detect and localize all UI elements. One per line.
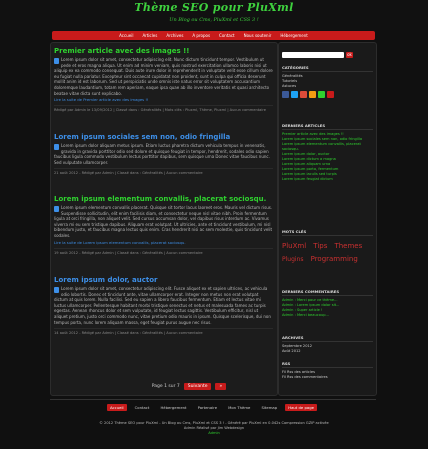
- footer-link-partenaire[interactable]: Partenaire: [195, 404, 220, 411]
- article-body: Lorem ipsum dolor sit amet, consectetur …: [54, 57, 273, 96]
- tag-cloud: PluXml Tips Themes Plugins Programming: [282, 238, 373, 265]
- main-content: Premier article avec des images !! Lorem…: [50, 42, 278, 396]
- article-meta: Rédigé par Admin le 13/09/2012 | Classé …: [54, 105, 273, 112]
- article: Premier article avec des images !! Lorem…: [54, 47, 273, 112]
- recent-posts-block: DERNIERS ARTICLES Premier article avec d…: [282, 123, 373, 182]
- nav-item-archives[interactable]: Archives: [166, 33, 183, 38]
- categories-heading: CATÉGORIES: [282, 65, 373, 72]
- comments-heading: DERNIERS COMMENTAIRES: [282, 289, 373, 296]
- article: Lorem ipsum elementum convallis, placera…: [54, 195, 273, 255]
- search-input[interactable]: [282, 52, 344, 58]
- article-title[interactable]: Lorem ipsum elementum convallis, placera…: [54, 195, 273, 204]
- pagination: Page 1 sur 7 Suivante »: [111, 382, 267, 390]
- footer-divider: [50, 399, 376, 400]
- archive-link[interactable]: Août 2012: [282, 349, 373, 354]
- google-plus-icon[interactable]: [300, 91, 307, 98]
- article-text: Lorem ipsum dolor sit amet, consectetur …: [54, 57, 273, 96]
- recent-posts-heading: DERNIERS ARTICLES: [282, 123, 373, 130]
- rss-block: RSS Fil Rss des articles Fil Rss des com…: [282, 361, 373, 380]
- dropcap-icon: [54, 143, 59, 150]
- tag-link[interactable]: Tips: [313, 241, 327, 251]
- youtube-icon[interactable]: [327, 91, 334, 98]
- twitter-icon[interactable]: [291, 91, 298, 98]
- read-more-link[interactable]: Lire la suite de Lorem ipsum elementum c…: [54, 240, 273, 245]
- tag-link[interactable]: PluXml: [282, 241, 306, 251]
- article: Lorem ipsum sociales sem non, odio fring…: [54, 133, 273, 175]
- comment-link[interactable]: Admin : Merci beaucoup...: [282, 313, 373, 318]
- facebook-icon[interactable]: [282, 91, 289, 98]
- article-meta: 19 août 2012 - Rédigé par Admin | Classé…: [54, 247, 273, 255]
- article-text: Lorem ipsum dolor aliquam metus ipsum. E…: [54, 143, 270, 165]
- article-meta: 21 août 2012 - Rédigé par Admin | Classé…: [54, 168, 273, 175]
- share-icon[interactable]: [318, 91, 325, 98]
- tags-block: MOTS CLÉS PluXml Tips Themes Plugins Pro…: [282, 229, 373, 265]
- dropcap-icon: [54, 205, 59, 212]
- tags-heading: MOTS CLÉS: [282, 229, 373, 236]
- footer-credits: © 2012 Thème SEO pour PluXml - Un Blog o…: [0, 421, 428, 436]
- article-body: Lorem ipsum dolor sit amet, consectetur …: [54, 286, 273, 325]
- archives-heading: ARCHIVES: [282, 335, 373, 342]
- category-link[interactable]: Astuces: [282, 84, 373, 89]
- rss-icon[interactable]: [309, 91, 316, 98]
- article-title[interactable]: Lorem ipsum sociales sem non, odio fring…: [54, 133, 273, 142]
- tag-link[interactable]: Themes: [334, 241, 362, 251]
- nav-item-articles[interactable]: Articles: [142, 33, 157, 38]
- back-to-top-button[interactable]: Haut de page: [285, 403, 317, 411]
- archives-block: ARCHIVES Septembre 2012 Août 2012: [282, 335, 373, 354]
- article-text: Lorem ipsum dolor sit amet, consectetur …: [54, 286, 271, 325]
- article-title[interactable]: Premier article avec des images !!: [54, 47, 273, 56]
- comments-block: DERNIERS COMMENTAIRES Admin : Merci pour…: [282, 289, 373, 318]
- recent-post-link[interactable]: Lorem ipsum elementum convallis, placera…: [282, 142, 373, 152]
- rss-heading: RSS: [282, 361, 373, 368]
- article-text: Lorem ipsum elementum convallis placerat…: [54, 205, 273, 238]
- tag-link[interactable]: Programming: [311, 254, 358, 264]
- site-title[interactable]: Thème SEO pour PluXml: [0, 1, 428, 14]
- recent-post-link[interactable]: Lorem ipsum feugiat dictum: [282, 177, 373, 182]
- sidebar: ok CATÉGORIES Généralités Tutoriels Astu…: [278, 42, 377, 396]
- nav-item-soutenir[interactable]: Nous soutenir: [244, 33, 272, 38]
- footer-navigation: Accueil Contact Hébergement Partenaire M…: [107, 403, 317, 411]
- nav-item-contact[interactable]: Contact: [219, 33, 235, 38]
- article-body: Lorem ipsum elementum convallis placerat…: [54, 205, 273, 239]
- footer-admin-link[interactable]: Admin: [0, 431, 428, 436]
- social-icons: [282, 91, 373, 98]
- dropcap-icon: [54, 286, 59, 293]
- footer-link-contact[interactable]: Contact: [132, 404, 153, 411]
- tag-link[interactable]: Plugins: [282, 255, 304, 265]
- article-meta: 14 août 2012 - Rédigé par Admin | Classé…: [54, 328, 273, 335]
- nav-item-accueil[interactable]: Accueil: [119, 33, 133, 38]
- article-body: Lorem ipsum dolor aliquam metus ipsum. E…: [54, 143, 273, 165]
- article-title[interactable]: Lorem ipsum dolor, auctor: [54, 276, 273, 285]
- search-button[interactable]: ok: [346, 52, 353, 58]
- nav-item-hebergement[interactable]: Hébergement: [280, 33, 308, 38]
- article: Lorem ipsum dolor, auctor Lorem ipsum do…: [54, 276, 273, 335]
- site-header: Thème SEO pour PluXml Un Blog ou Cms, Pl…: [0, 0, 428, 30]
- top-navigation: Accueil Articles Archives A propos Conta…: [52, 31, 375, 40]
- rss-comments-link[interactable]: Fil Rss des commentaires: [282, 375, 373, 380]
- site-tagline: Un Blog ou Cms, PluXml et CSS 3 !: [169, 17, 259, 23]
- footer-link-accueil[interactable]: Accueil: [107, 403, 127, 411]
- next-page-button[interactable]: Suivante: [183, 382, 212, 390]
- dropcap-icon: [54, 57, 59, 64]
- pagination-label: Page 1 sur 7: [151, 383, 180, 389]
- categories-block: CATÉGORIES Généralités Tutoriels Astuces: [282, 65, 373, 98]
- footer-link-theme[interactable]: Mon Thème: [225, 404, 253, 411]
- footer-link-sitemap[interactable]: Sitemap: [258, 404, 280, 411]
- read-more-link[interactable]: Lire la suite de Premier article avec de…: [54, 97, 273, 102]
- footer-link-hebergement[interactable]: Hébergement: [157, 404, 189, 411]
- last-page-button[interactable]: »: [215, 382, 227, 390]
- nav-item-a-propos[interactable]: A propos: [192, 33, 210, 38]
